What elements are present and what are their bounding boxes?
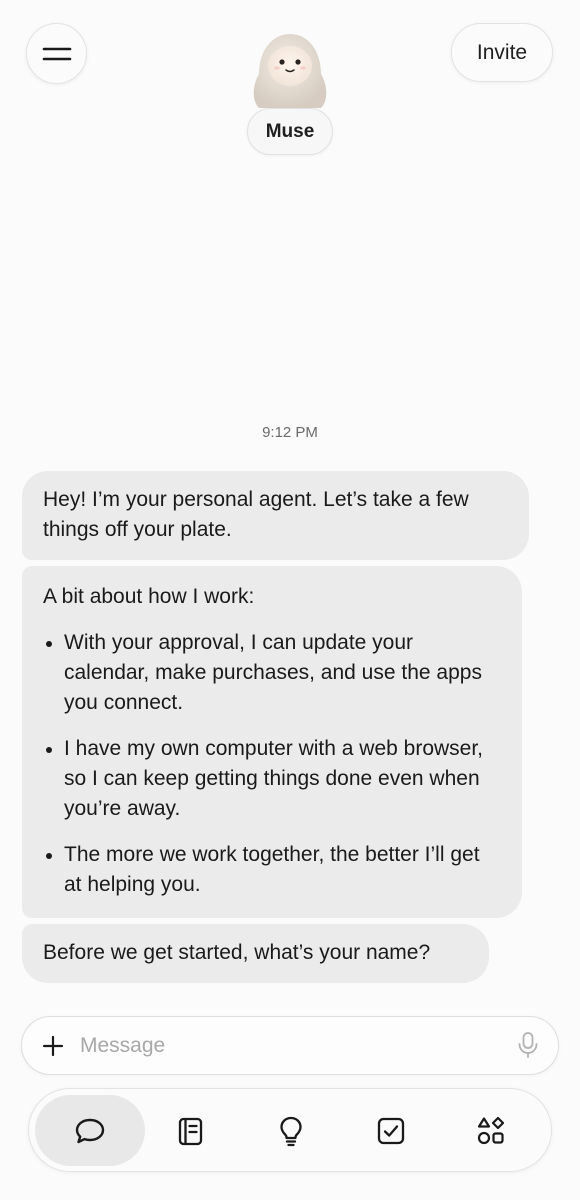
agent-message-name-question: Before we get started, what’s your name? xyxy=(22,924,489,983)
agent-message-how-i-work: A bit about how I work: With your approv… xyxy=(22,566,522,918)
tab-apps[interactable] xyxy=(436,1095,546,1166)
plus-icon[interactable] xyxy=(42,1035,64,1057)
tab-ideas[interactable] xyxy=(236,1095,346,1166)
list-item: I have my own computer with a web browse… xyxy=(43,734,500,824)
chat-bubble-icon xyxy=(75,1118,105,1143)
message-timestamp: 9:12 PM xyxy=(262,424,318,441)
agent-name-chip[interactable]: Muse xyxy=(247,108,333,155)
tab-chat[interactable] xyxy=(35,1095,145,1166)
hamburger-icon xyxy=(42,47,71,60)
list-item-text: With your approval, I can update your ca… xyxy=(64,631,482,714)
bullet-list: With your approval, I can update your ca… xyxy=(43,628,500,900)
list-item-text: I have my own computer with a web browse… xyxy=(64,737,484,820)
tab-notes[interactable] xyxy=(135,1095,245,1166)
tab-tasks[interactable] xyxy=(336,1095,446,1166)
message-intro: A bit about how I work: xyxy=(43,585,255,608)
agent-message-greeting: Hey! I’m your personal agent. Let’s take… xyxy=(22,471,529,560)
list-item: With your approval, I can update your ca… xyxy=(43,628,500,718)
agent-avatar[interactable] xyxy=(245,22,335,114)
bottom-tab-bar xyxy=(28,1088,552,1172)
checkbox-icon xyxy=(377,1117,405,1144)
microphone-icon[interactable] xyxy=(516,1031,540,1059)
invite-button[interactable]: Invite xyxy=(451,23,553,82)
menu-button[interactable] xyxy=(26,23,87,84)
notebook-icon xyxy=(178,1117,203,1145)
apps-grid-icon xyxy=(477,1116,505,1144)
chat-screen: Muse Invite 9:12 PM Hey! I’m your person… xyxy=(0,0,580,1200)
lightbulb-icon xyxy=(280,1116,302,1146)
list-item: The more we work together, the better I’… xyxy=(43,840,500,900)
message-input[interactable] xyxy=(80,1029,500,1063)
bullet-dot-icon xyxy=(46,641,52,647)
list-item-text: The more we work together, the better I’… xyxy=(64,843,480,896)
bullet-dot-icon xyxy=(46,853,52,859)
bullet-dot-icon xyxy=(46,747,52,753)
message-composer xyxy=(21,1016,559,1075)
